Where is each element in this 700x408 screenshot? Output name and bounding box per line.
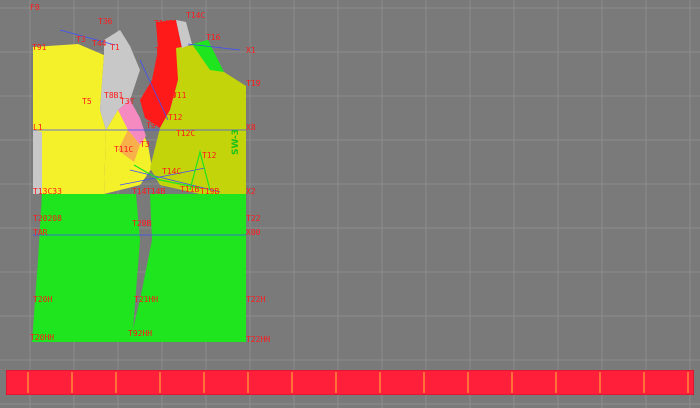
point-label-t21hh: T21HH [134, 295, 158, 304]
point-label-t20b: T20B [132, 219, 151, 228]
point-label-f0: F0 [30, 3, 40, 12]
point-label-t20208: T20208 [33, 214, 62, 223]
point-label-t1: T1 [110, 43, 120, 52]
bottom-ruler[interactable] [6, 370, 694, 395]
point-label-t22hh: T22HH [246, 335, 270, 344]
point-label-x1: X1 [246, 46, 256, 55]
point-label-t14b2: T14B [146, 187, 165, 196]
vertical-marker-text: SW-3 [231, 129, 241, 155]
point-label-t12c: T12C [176, 129, 195, 138]
point-label-t19: T19 [246, 79, 261, 88]
point-label-t20h: T20H [33, 295, 52, 304]
point-label-t92hh: T92HH [128, 329, 152, 338]
point-label-x8: X8 [246, 123, 256, 132]
lower-back-skirt-piece[interactable] [130, 194, 246, 342]
point-label-t44: T44 [92, 39, 107, 48]
point-label-l1: L1 [33, 123, 43, 132]
point-label-t36: T36 [98, 17, 113, 26]
point-label-t3t: T3T [120, 97, 135, 106]
left-grey-panel[interactable] [33, 130, 42, 194]
point-label-t16: T16 [206, 33, 221, 42]
point-label-t14: T14 [132, 187, 147, 196]
pattern-workspace[interactable]: F0 T36 T14C T14B T3 T44 T1 T16 T18 X1 T91 T19 T5 T8B1… [0, 0, 700, 408]
point-label-t12r: T12 [202, 151, 217, 160]
point-label-x2: X2 [246, 187, 256, 196]
front-yoke-piece[interactable] [33, 44, 106, 194]
point-label-t11b: T11B [180, 185, 199, 194]
point-label-t91: T91 [32, 43, 47, 52]
point-label-x00: X00 [246, 228, 261, 237]
point-label-t18: T18 [155, 46, 170, 55]
point-label-t20hh: T20HH [30, 333, 54, 342]
point-label-t13c33: T13C33 [33, 187, 62, 196]
point-label-t14b: T14B [154, 19, 173, 28]
point-label-t5: T5 [82, 97, 92, 106]
point-label-t22: T22 [246, 214, 261, 223]
point-label-t11c: T11C [114, 145, 133, 154]
point-label-t3b: T3 [140, 140, 150, 149]
pattern-canvas[interactable]: F0T36T14CT14BT3 T44 T1T16T18 X1T91T19T5T8B1… [0, 0, 700, 408]
point-label-t12: T12 [168, 113, 183, 122]
point-label-t11: T11 [172, 91, 187, 100]
point-label-t22h: T22H [246, 295, 265, 304]
point-label-t19b: T19B [200, 187, 219, 196]
point-label-tar: TAR [33, 228, 48, 237]
point-label-t14cb: T14C [162, 167, 181, 176]
point-label-t3: T3 [76, 35, 86, 44]
point-label-t14c: T14C [186, 11, 205, 20]
point-label-t9: T9 [146, 121, 156, 130]
